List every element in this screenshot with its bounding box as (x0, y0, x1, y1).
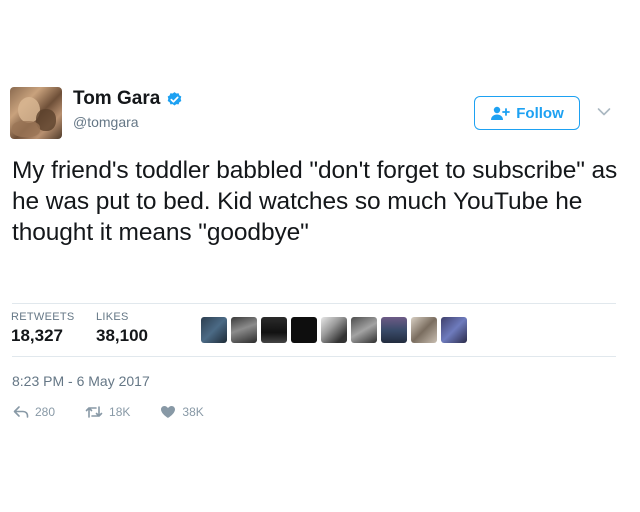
follow-button-label: Follow (516, 104, 564, 122)
like-button[interactable]: 38K (160, 405, 204, 419)
tweet-text: My friend's toddler babbled "don't forge… (12, 157, 618, 246)
liker-avatar-7[interactable] (381, 317, 407, 343)
author-name-row: Tom Gara (73, 88, 183, 110)
liker-avatar-3[interactable] (261, 317, 287, 343)
tweet-card: Tom Gara @tomgara Follow My friend's tod… (0, 0, 640, 512)
liker-avatar-6[interactable] (351, 317, 377, 343)
retweet-count: 18K (109, 405, 131, 419)
like-count: 38K (182, 405, 204, 419)
divider (12, 356, 616, 357)
verified-badge-icon (166, 91, 183, 108)
retweets-stat[interactable]: RETWEETS 18,327 (11, 311, 75, 346)
follow-button[interactable]: Follow (474, 96, 580, 130)
liker-avatar-4[interactable] (291, 317, 317, 343)
author-handle[interactable]: @tomgara (73, 114, 139, 130)
likers-avatars (201, 317, 467, 343)
tweet-timestamp[interactable]: 8:23 PM - 6 May 2017 (12, 373, 150, 389)
liker-avatar-2[interactable] (231, 317, 257, 343)
reply-icon (13, 405, 29, 419)
add-user-icon (490, 105, 511, 121)
reply-count: 280 (35, 405, 56, 419)
reply-button[interactable]: 280 (13, 405, 55, 419)
likes-stat[interactable]: LIKES 38,100 (96, 311, 148, 346)
liker-avatar-1[interactable] (201, 317, 227, 343)
liker-avatar-5[interactable] (321, 317, 347, 343)
divider (12, 303, 616, 304)
likes-label: LIKES (96, 311, 129, 323)
heart-icon (160, 405, 176, 419)
retweets-label: RETWEETS (11, 311, 75, 323)
retweets-count: 18,327 (11, 326, 63, 345)
retweet-icon (85, 405, 103, 419)
author-display-name[interactable]: Tom Gara (73, 88, 160, 110)
likes-count: 38,100 (96, 326, 148, 345)
liker-avatar-8[interactable] (411, 317, 437, 343)
tweet-actions: 280 18K 38K (13, 405, 234, 419)
chevron-down-icon[interactable] (597, 104, 611, 116)
author-avatar[interactable] (10, 87, 62, 139)
retweet-button[interactable]: 18K (85, 405, 130, 419)
liker-avatar-9[interactable] (441, 317, 467, 343)
